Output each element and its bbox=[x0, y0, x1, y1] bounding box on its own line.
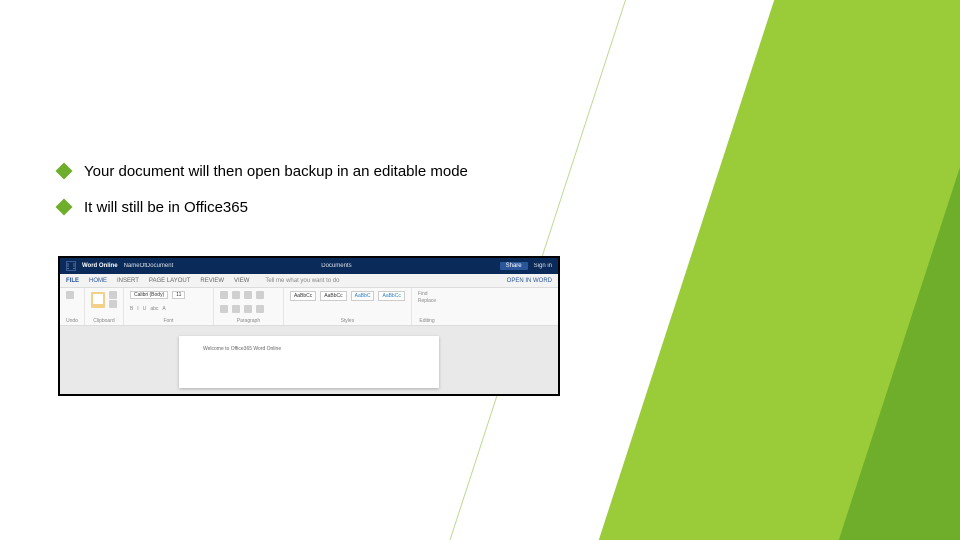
ribbon-group-undo: Undo bbox=[60, 288, 85, 325]
ribbon-group-label: Editing bbox=[418, 318, 436, 324]
tell-me-search[interactable]: Tell me what you want to do bbox=[265, 278, 339, 284]
document-filename: NameOfDocument bbox=[124, 263, 174, 269]
tab-page-layout[interactable]: PAGE LAYOUT bbox=[149, 278, 190, 284]
style-heading1[interactable]: AaBbC bbox=[351, 291, 375, 301]
indent-inc-icon[interactable] bbox=[256, 291, 264, 299]
ribbon-group-label: Clipboard bbox=[91, 318, 117, 324]
ribbon-group-clipboard: Clipboard bbox=[85, 288, 124, 325]
ribbon-group-label: Paragraph bbox=[220, 318, 277, 324]
more-font-icon[interactable]: A bbox=[162, 306, 165, 312]
list-item: It will still be in Office365 bbox=[58, 198, 618, 218]
list-item: Your document will then open backup in a… bbox=[58, 162, 618, 182]
font-size-select[interactable]: 11 bbox=[172, 291, 185, 299]
ribbon-group-editing: Find Replace Editing bbox=[412, 288, 442, 325]
tab-view[interactable]: VIEW bbox=[234, 278, 249, 284]
ribbon-group-font: Calibri (Body) 11 B I U abc A Font bbox=[124, 288, 214, 325]
breadcrumb: Documents bbox=[179, 263, 493, 269]
document-body-text: Welcome to Office365 Word Online bbox=[203, 346, 281, 352]
word-online-screenshot: ⋮⋮ Word Online NameOfDocument Documents … bbox=[58, 256, 560, 396]
slide: Your document will then open backup in a… bbox=[0, 0, 960, 540]
bullet-text: Your document will then open backup in a… bbox=[84, 162, 468, 182]
line-spacing-icon[interactable] bbox=[256, 305, 264, 313]
numbering-icon[interactable] bbox=[232, 291, 240, 299]
ribbon-group-paragraph: Paragraph bbox=[214, 288, 284, 325]
tab-home[interactable]: HOME bbox=[89, 278, 107, 284]
bullet-list: Your document will then open backup in a… bbox=[58, 162, 618, 235]
ribbon-tabs: FILE HOME INSERT PAGE LAYOUT REVIEW VIEW… bbox=[60, 274, 558, 288]
ribbon: Undo Clipboard Calibri (Body) 11 bbox=[60, 288, 558, 326]
diamond-bullet-icon bbox=[56, 163, 73, 180]
ribbon-group-label: Undo bbox=[66, 318, 78, 324]
underline-icon[interactable]: U bbox=[143, 306, 147, 312]
font-name-select[interactable]: Calibri (Body) bbox=[130, 291, 168, 299]
ribbon-group-styles: AaBbCc AaBbCc AaBbC AaBbCc Styles bbox=[284, 288, 412, 325]
align-center-icon[interactable] bbox=[232, 305, 240, 313]
share-button[interactable]: Share bbox=[500, 262, 528, 270]
strike-icon[interactable]: abc bbox=[150, 306, 158, 312]
tab-review[interactable]: REVIEW bbox=[200, 278, 224, 284]
ribbon-group-label: Styles bbox=[290, 318, 405, 324]
cut-icon[interactable] bbox=[109, 291, 117, 299]
document-page: Welcome to Office365 Word Online bbox=[179, 336, 439, 388]
open-in-word-link[interactable]: OPEN IN WORD bbox=[507, 278, 552, 284]
titlebar: ⋮⋮ Word Online NameOfDocument Documents … bbox=[60, 258, 558, 274]
document-canvas: Welcome to Office365 Word Online bbox=[60, 326, 558, 394]
bullets-icon[interactable] bbox=[220, 291, 228, 299]
tab-insert[interactable]: INSERT bbox=[117, 278, 139, 284]
style-normal[interactable]: AaBbCc bbox=[290, 291, 316, 301]
italic-icon[interactable]: I bbox=[137, 306, 138, 312]
style-no-spacing[interactable]: AaBbCc bbox=[320, 291, 346, 301]
bullet-text: It will still be in Office365 bbox=[84, 198, 248, 218]
undo-icon[interactable] bbox=[66, 291, 74, 299]
diamond-bullet-icon bbox=[56, 199, 73, 216]
style-heading2[interactable]: AaBbCc bbox=[378, 291, 404, 301]
bold-icon[interactable]: B bbox=[130, 306, 133, 312]
app-launcher-icon: ⋮⋮ bbox=[66, 261, 76, 271]
paste-icon[interactable] bbox=[91, 292, 105, 308]
align-right-icon[interactable] bbox=[244, 305, 252, 313]
replace-button[interactable]: Replace bbox=[418, 298, 436, 304]
find-button[interactable]: Find bbox=[418, 291, 428, 297]
ribbon-group-label: Font bbox=[130, 318, 207, 324]
indent-dec-icon[interactable] bbox=[244, 291, 252, 299]
app-brand: Word Online bbox=[82, 263, 118, 269]
align-left-icon[interactable] bbox=[220, 305, 228, 313]
signin-link[interactable]: Sign in bbox=[534, 263, 552, 269]
tab-file[interactable]: FILE bbox=[66, 278, 79, 284]
copy-icon[interactable] bbox=[109, 300, 117, 308]
